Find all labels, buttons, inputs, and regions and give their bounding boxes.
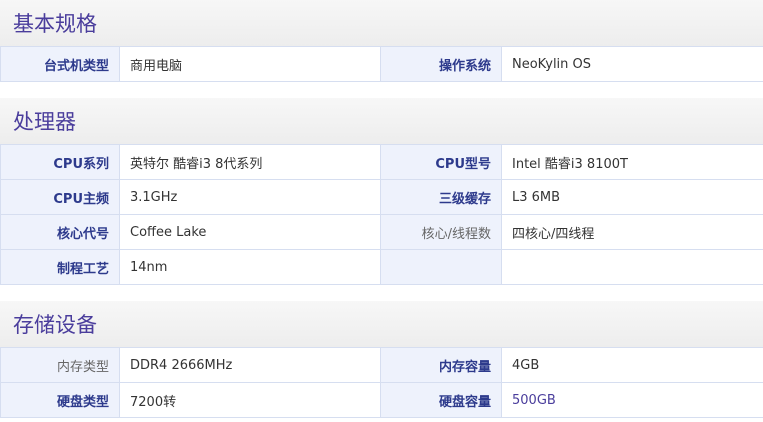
spec-value-empty	[501, 249, 763, 285]
section-gap	[0, 82, 763, 98]
spec-table: 台式机类型 商用电脑 操作系统 NeoKylin OS	[0, 46, 763, 82]
spec-value-link[interactable]: 500GB	[501, 382, 763, 418]
spec-key: CPU主频	[0, 179, 120, 215]
spec-key: 硬盘类型	[0, 382, 120, 418]
spec-key: 操作系统	[380, 46, 502, 82]
spec-key-empty	[380, 249, 502, 285]
section-gap	[0, 285, 763, 301]
spec-value: 14nm	[119, 249, 381, 285]
spec-key: 硬盘容量	[380, 382, 502, 418]
spec-key-link[interactable]: 核心/线程数	[380, 214, 502, 250]
spec-value: Intel 酷睿i3 8100T	[501, 144, 763, 180]
section-processor: 处理器 CPU系列 英特尔 酷睿i3 8代系列 CPU型号 Intel 酷睿i3…	[0, 98, 763, 285]
spec-key-link[interactable]: 内存类型	[0, 347, 120, 383]
table-row: 核心代号 Coffee Lake 核心/线程数 四核心/四线程	[0, 214, 763, 250]
spec-table: CPU系列 英特尔 酷睿i3 8代系列 CPU型号 Intel 酷睿i3 810…	[0, 144, 763, 285]
section-title: 处理器	[13, 110, 76, 134]
spec-value: L3 6MB	[501, 179, 763, 215]
section-title: 存储设备	[13, 313, 97, 337]
spec-key: 核心代号	[0, 214, 120, 250]
spec-value: Coffee Lake	[119, 214, 381, 250]
spec-table: 内存类型 DDR4 2666MHz 内存容量 4GB 硬盘类型 7200转 硬盘…	[0, 347, 763, 418]
spec-key: CPU系列	[0, 144, 120, 180]
spec-key: 制程工艺	[0, 249, 120, 285]
spec-key: CPU型号	[380, 144, 502, 180]
spec-key: 三级缓存	[380, 179, 502, 215]
spec-value: NeoKylin OS	[501, 46, 763, 82]
table-row: 制程工艺 14nm	[0, 249, 763, 285]
spec-key: 内存容量	[380, 347, 502, 383]
section-basic-specs: 基本规格 台式机类型 商用电脑 操作系统 NeoKylin OS	[0, 0, 763, 82]
section-storage: 存储设备 内存类型 DDR4 2666MHz 内存容量 4GB 硬盘类型 720…	[0, 301, 763, 418]
spec-value: 4GB	[501, 347, 763, 383]
table-row: CPU主频 3.1GHz 三级缓存 L3 6MB	[0, 179, 763, 215]
spec-value: 7200转	[119, 382, 381, 418]
spec-value: 商用电脑	[119, 46, 381, 82]
section-header: 存储设备	[0, 301, 763, 347]
spec-value: 英特尔 酷睿i3 8代系列	[119, 144, 381, 180]
table-row: 台式机类型 商用电脑 操作系统 NeoKylin OS	[0, 46, 763, 82]
section-header: 处理器	[0, 98, 763, 144]
table-row: CPU系列 英特尔 酷睿i3 8代系列 CPU型号 Intel 酷睿i3 810…	[0, 144, 763, 180]
spec-key: 台式机类型	[0, 46, 120, 82]
table-row: 硬盘类型 7200转 硬盘容量 500GB	[0, 382, 763, 418]
section-header: 基本规格	[0, 0, 763, 46]
spec-value: 四核心/四线程	[501, 214, 763, 250]
section-title: 基本规格	[13, 12, 97, 36]
spec-value: DDR4 2666MHz	[119, 347, 381, 383]
spec-value: 3.1GHz	[119, 179, 381, 215]
table-row: 内存类型 DDR4 2666MHz 内存容量 4GB	[0, 347, 763, 383]
